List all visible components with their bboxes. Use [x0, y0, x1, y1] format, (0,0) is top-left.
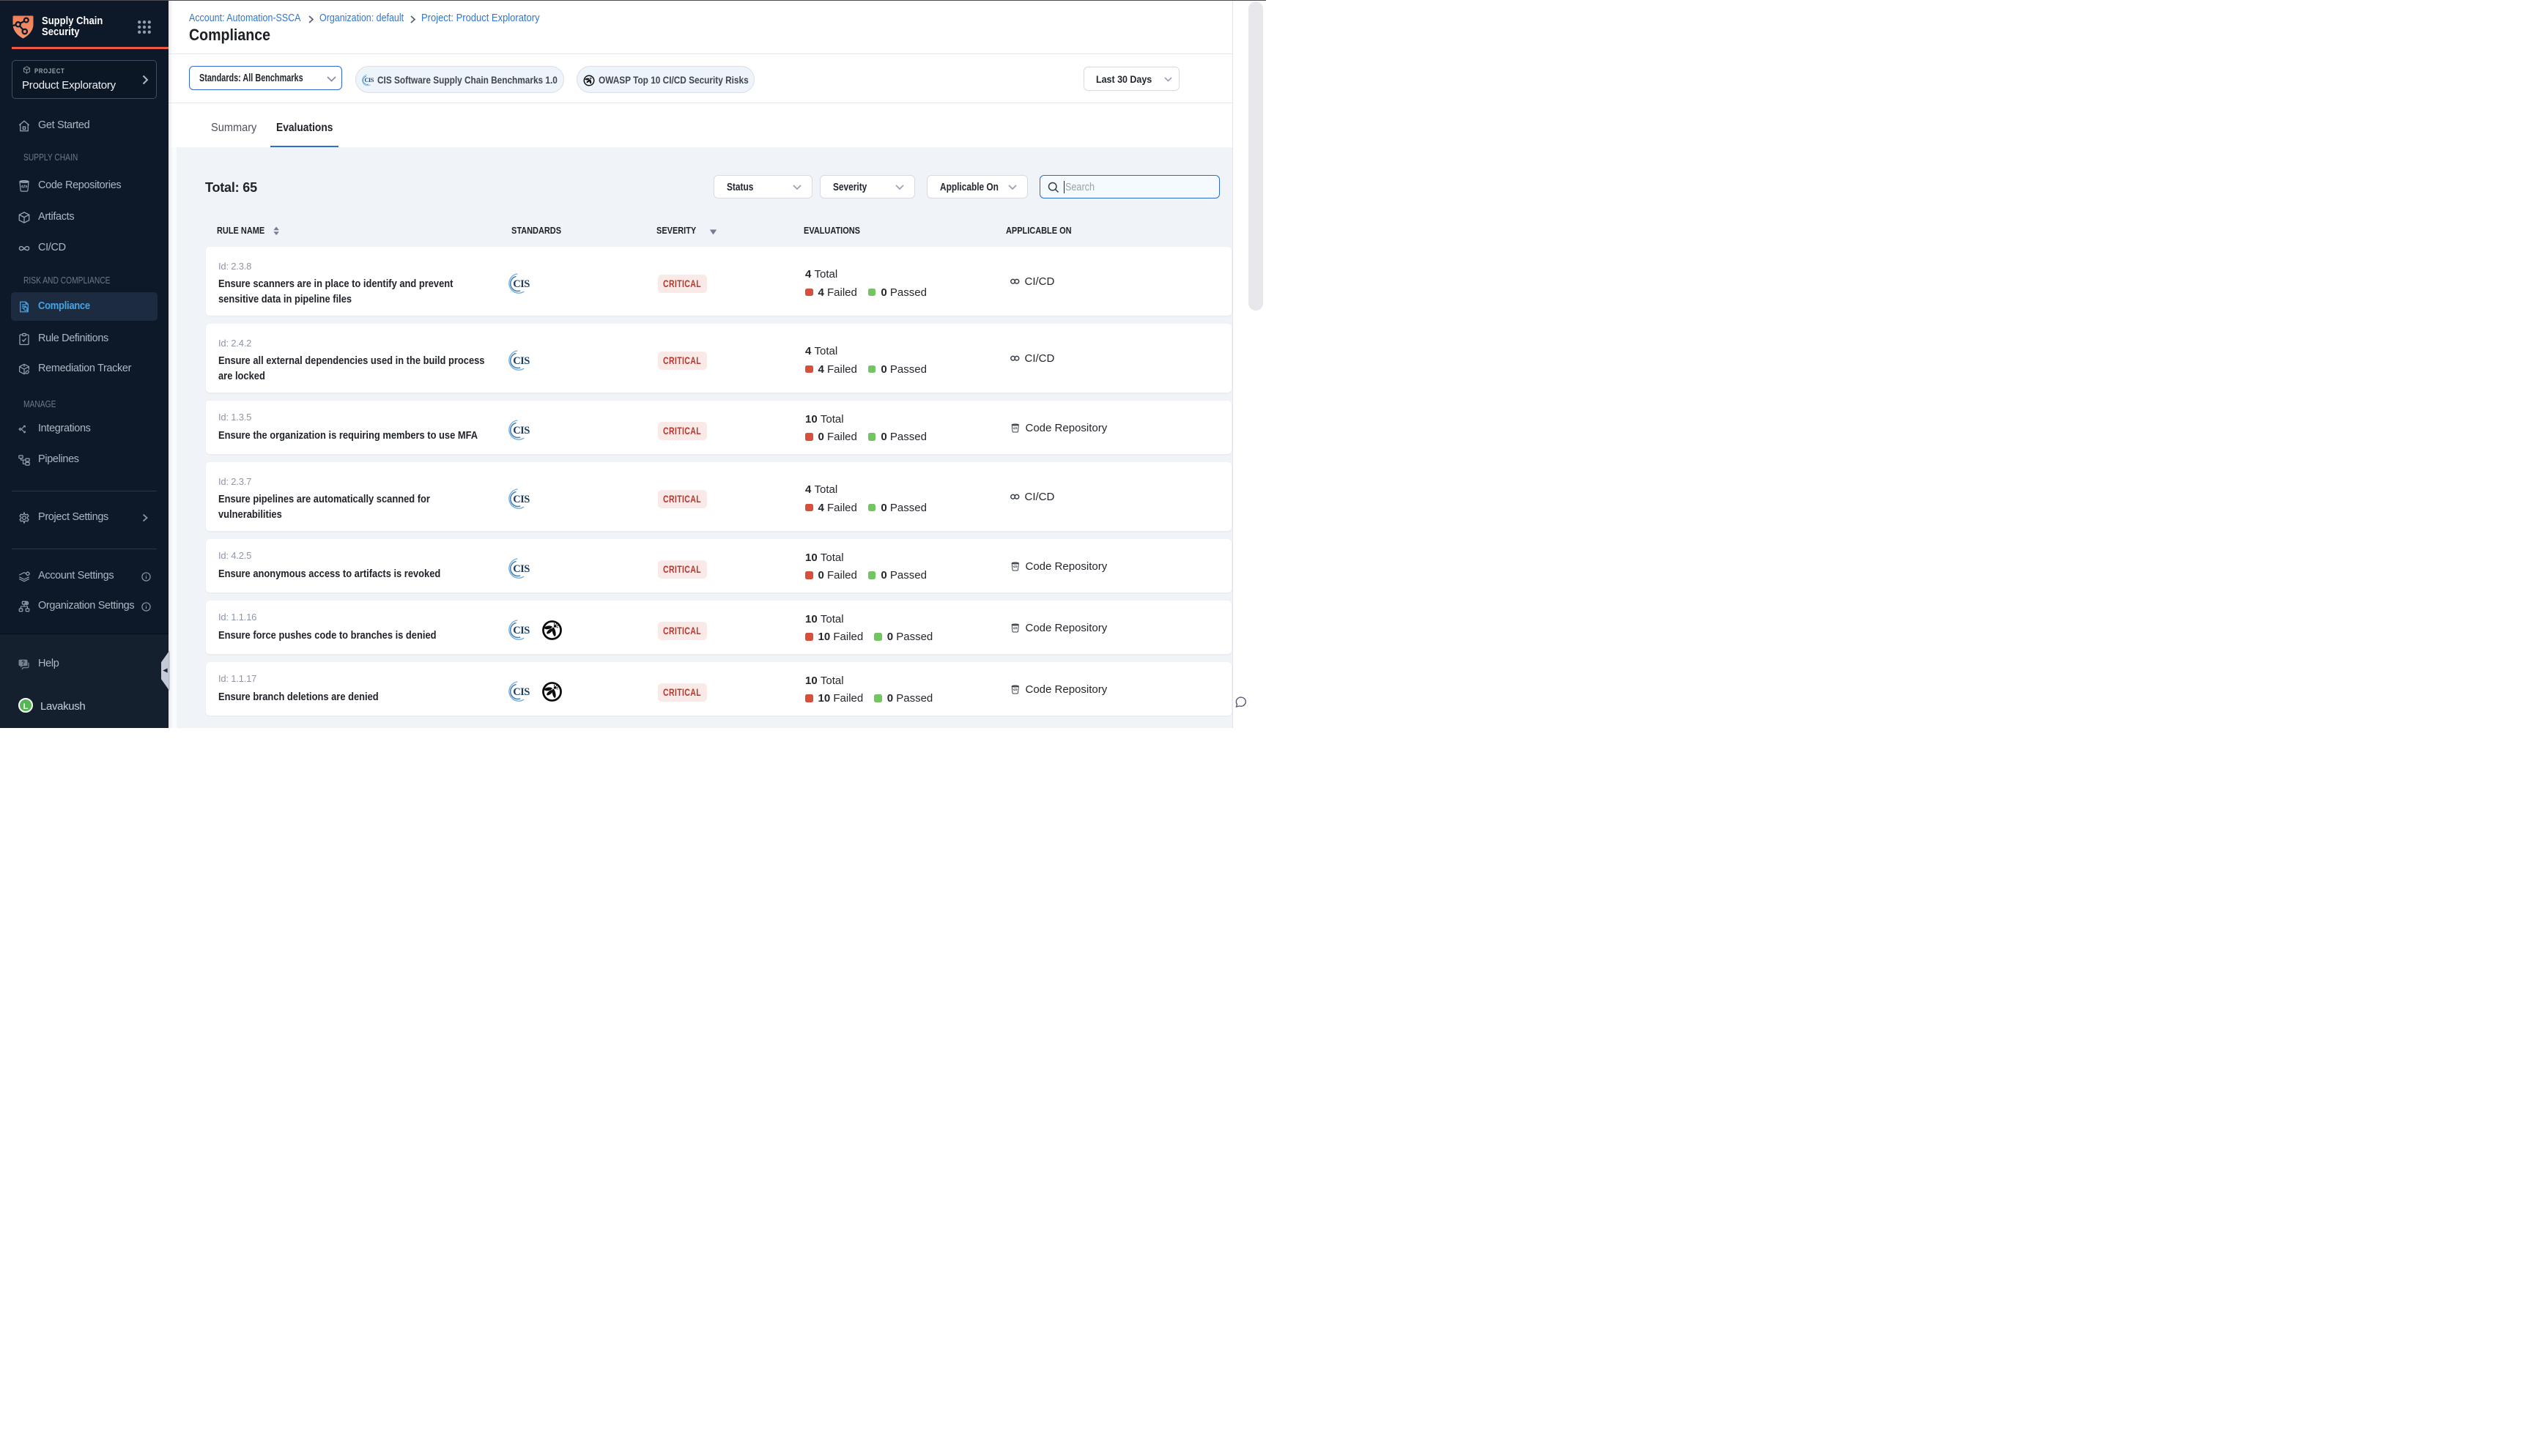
svg-text:?: ? — [21, 660, 25, 666]
